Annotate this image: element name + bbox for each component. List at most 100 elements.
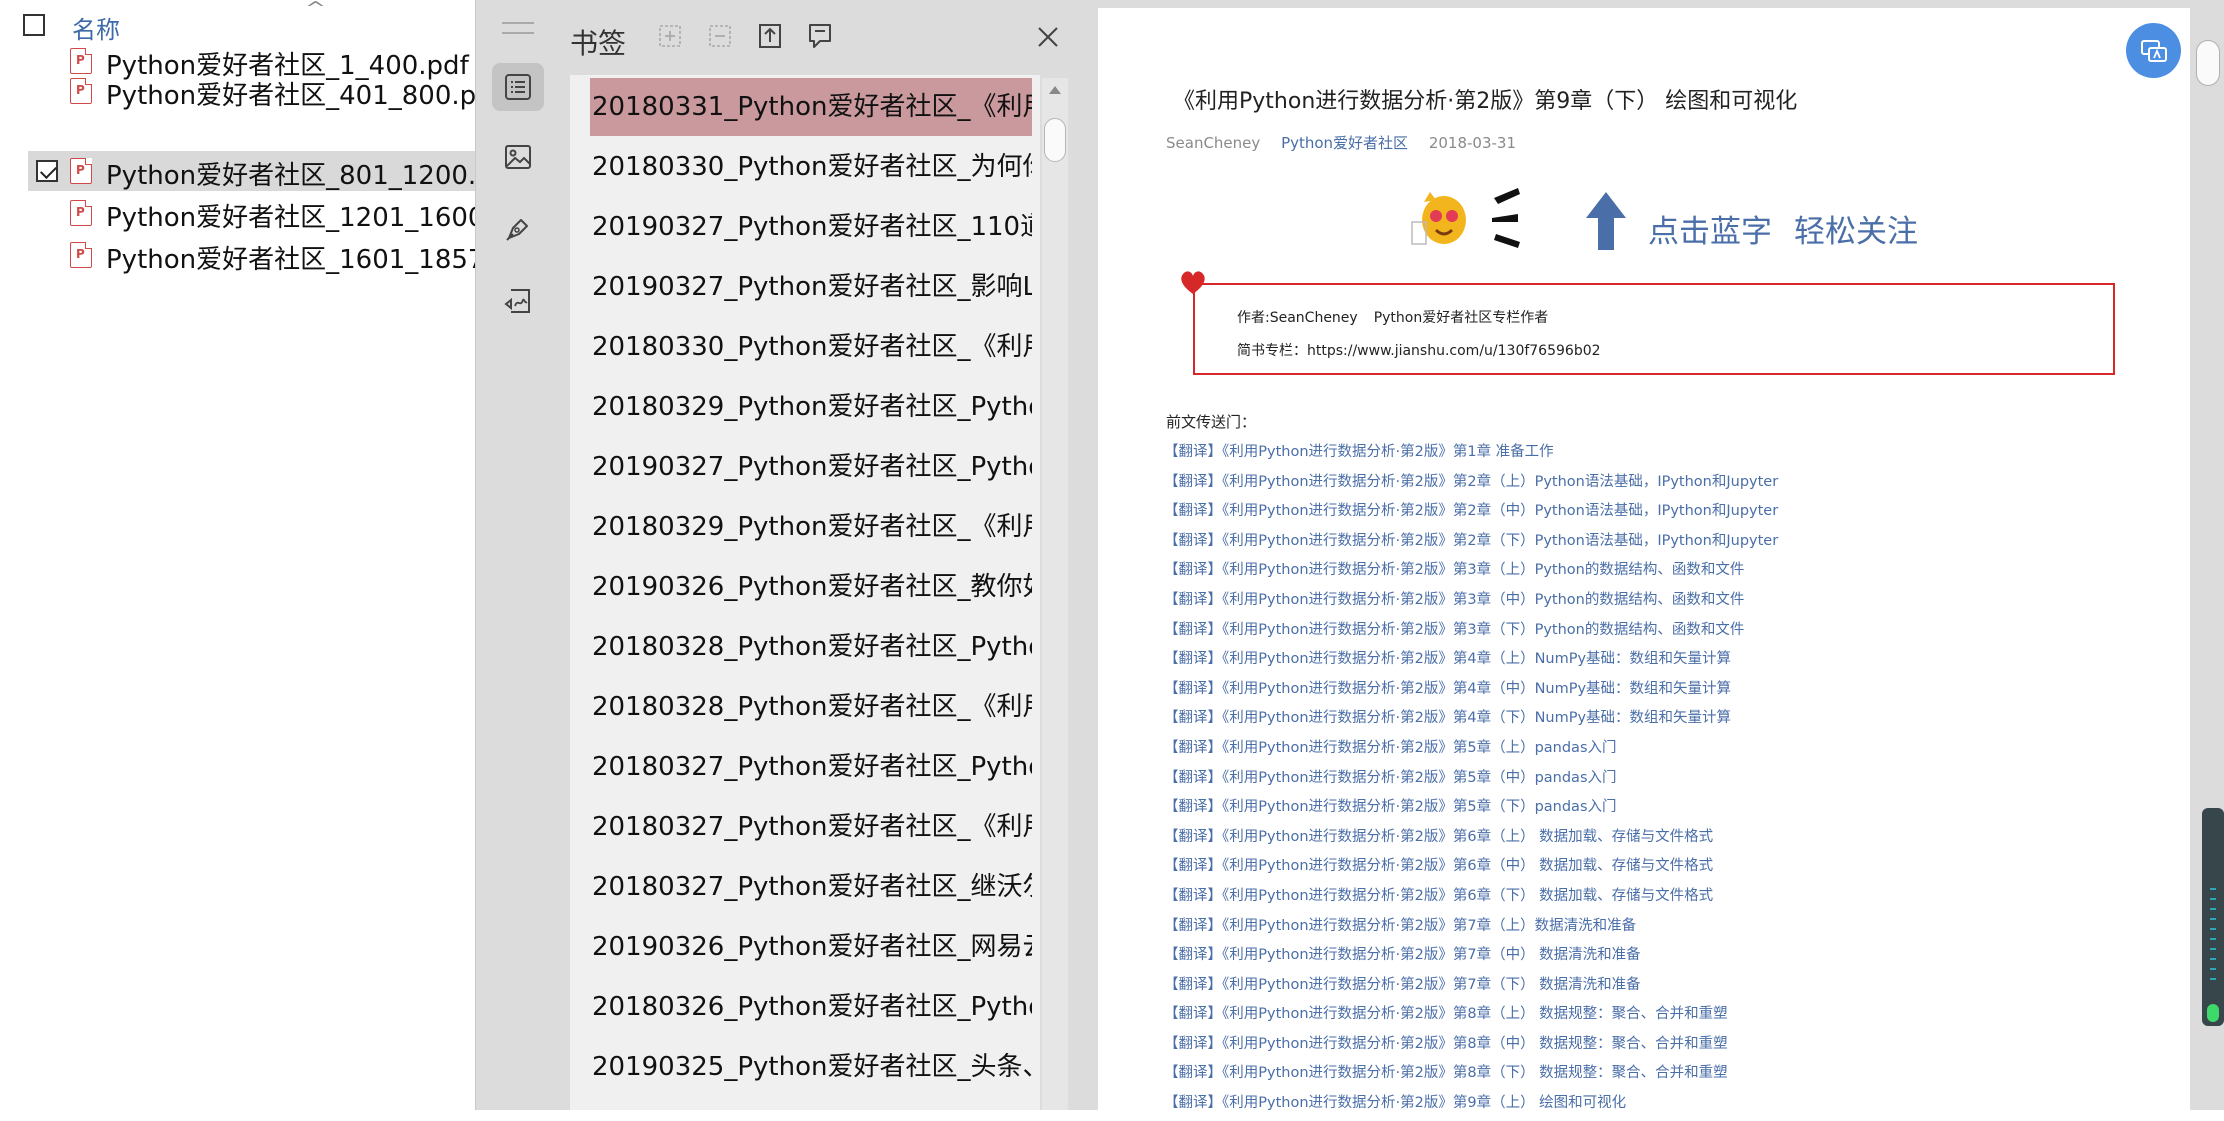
file-checkbox-checked[interactable] — [36, 160, 58, 182]
article-meta: SeanCheney Python爱好者社区 2018-03-31 — [1166, 132, 1516, 153]
bookmark-item-selected[interactable]: 20180331_Python爱好者社区_《利用P... — [590, 78, 1032, 136]
scroll-up-arrow-icon[interactable] — [1049, 86, 1061, 94]
author-role: Python爱好者社区专栏作者 — [1373, 310, 1549, 326]
bookmark-item[interactable]: 20180326_Python爱好者社区_Python... — [592, 978, 1032, 1036]
file-checkbox[interactable] — [36, 80, 58, 102]
volume-tick — [2210, 948, 2216, 950]
bookmark-item[interactable]: 20180328_Python爱好者社区_Python... — [592, 618, 1032, 676]
previous-articles-label: 前文传送门： — [1166, 413, 1257, 431]
sort-ascending-icon: ^ — [304, 0, 327, 19]
article-link[interactable]: 【翻译】《利用Python进行数据分析·第2版》第4章（中）NumPy基础：数组… — [1164, 677, 1778, 707]
article-link[interactable]: 【翻译】《利用Python进行数据分析·第2版》第5章（上）pandas入门 — [1164, 736, 1778, 766]
volume-tick — [2210, 978, 2216, 980]
article-link[interactable]: 【翻译】《利用Python进行数据分析·第2版》第8章（上） 数据规整：聚合、合… — [1164, 1002, 1778, 1032]
bookmark-list-icon — [505, 74, 531, 100]
document-page: 《利用Python进行数据分析·第2版》第9章（下） 绘图和可视化 SeanCh… — [1098, 8, 2190, 1111]
article-link[interactable]: 【翻译】《利用Python进行数据分析·第2版》第3章（中）Python的数据结… — [1164, 588, 1778, 618]
arrow-up-icon — [1586, 192, 1626, 250]
follow-text-click: 点击蓝字 — [1648, 214, 1772, 250]
bookmark-list-button[interactable] — [492, 63, 544, 111]
jianshu-column-link[interactable]: 简书专栏：https://www.jianshu.com/u/130f76596… — [1237, 340, 1601, 360]
bookmark-item[interactable]: 20180327_Python爱好者社区_《利用P... — [592, 798, 1032, 856]
volume-tick — [2210, 928, 2216, 930]
article-link[interactable]: 【翻译】《利用Python进行数据分析·第2版》第2章（上）Python语法基础… — [1164, 470, 1778, 500]
volume-level-widget[interactable] — [2202, 808, 2224, 1026]
expand-all-icon[interactable] — [656, 22, 684, 50]
file-checkbox[interactable] — [36, 50, 58, 72]
article-link[interactable]: 【翻译】《利用Python进行数据分析·第2版》第2章（中）Python语法基础… — [1164, 499, 1778, 529]
article-link[interactable]: 【翻译】《利用Python进行数据分析·第2版》第6章（中） 数据加载、存储与文… — [1164, 854, 1778, 884]
annotation-button[interactable] — [492, 205, 544, 253]
article-link[interactable]: 【翻译】《利用Python进行数据分析·第2版》第1章 准备工作 — [1164, 440, 1778, 470]
signature-button[interactable] — [492, 277, 544, 325]
bookmark-item[interactable]: 20180329_Python爱好者社区_《利用P... — [592, 498, 1032, 556]
article-author: SeanCheney — [1166, 134, 1261, 152]
bookmark-item[interactable]: 20190325_Python爱好者社区_头条、... — [592, 1038, 1032, 1096]
bookmark-item[interactable]: 20180330_Python爱好者社区_为何你... — [592, 138, 1032, 196]
name-column-header[interactable]: 名称 — [72, 10, 120, 45]
follow-banner: 点击蓝字 轻松关注 — [1408, 180, 1968, 260]
previous-articles-list: 【翻译】《利用Python进行数据分析·第2版》第1章 准备工作 【翻译】《利用… — [1164, 440, 1778, 1121]
document-scroll-thumb[interactable] — [2196, 40, 2220, 86]
file-checkbox[interactable] — [36, 202, 58, 224]
article-link[interactable]: 【翻译】《利用Python进行数据分析·第2版》第7章（中） 数据清洗和准备 — [1164, 943, 1778, 973]
bookmark-item[interactable]: 20180327_Python爱好者社区_Python... — [592, 738, 1032, 796]
volume-tick — [2210, 958, 2216, 960]
article-link[interactable]: 【翻译】《利用Python进行数据分析·第2版》第8章（中） 数据规整：聚合、合… — [1164, 1032, 1778, 1062]
bookmark-item[interactable]: 20180327_Python爱好者社区_继沃尔... — [592, 858, 1032, 916]
bookmark-item[interactable]: 20190327_Python爱好者社区_110道p... — [592, 198, 1032, 256]
pdf-file-icon — [70, 242, 92, 268]
article-link[interactable]: 【翻译】《利用Python进行数据分析·第2版》第8章（下） 数据规整：聚合、合… — [1164, 1061, 1778, 1091]
volume-tick — [2210, 908, 2216, 910]
bookmark-edit-icon[interactable] — [806, 22, 834, 50]
select-all-checkbox[interactable] — [23, 14, 45, 36]
bookmark-item[interactable]: 20190327_Python爱好者社区_影响Lin... — [592, 258, 1032, 316]
volume-tick — [2210, 938, 2216, 940]
viewer-side-toolbar — [475, 0, 571, 1110]
article-link[interactable]: 【翻译】《利用Python进行数据分析·第2版》第2章（下）Python语法基础… — [1164, 529, 1778, 559]
article-title: 《利用Python进行数据分析·第2版》第9章（下） 绘图和可视化 — [1173, 89, 1798, 114]
article-link[interactable]: 【翻译】《利用Python进行数据分析·第2版》第7章（上）数据清洗和准备 — [1164, 914, 1778, 944]
publication-name[interactable]: Python爱好者社区 — [1281, 134, 1408, 152]
file-row-selected[interactable]: Python爱好者社区_801_1200.pdf — [28, 151, 518, 191]
article-link[interactable]: 【翻译】《利用Python进行数据分析·第2版》第4章（下）NumPy基础：数组… — [1164, 706, 1778, 736]
file-row[interactable]: Python爱好者社区_1201_1600.pdf — [28, 193, 535, 233]
add-bookmark-icon[interactable] — [756, 22, 784, 50]
collapse-all-icon[interactable] — [706, 22, 734, 50]
image-thumbnail-button[interactable] — [492, 133, 544, 181]
file-checkbox[interactable] — [36, 244, 58, 266]
signature-icon — [504, 289, 530, 313]
article-link[interactable]: 【翻译】《利用Python进行数据分析·第2版》第6章（上） 数据加载、存储与文… — [1164, 825, 1778, 855]
article-link[interactable]: 【翻译】《利用Python进行数据分析·第2版》第5章（中）pandas入门 — [1164, 766, 1778, 796]
follow-text-follow: 轻松关注 — [1794, 214, 1918, 250]
article-link[interactable]: 【翻译】《利用Python进行数据分析·第2版》第4章（上）NumPy基础：数组… — [1164, 647, 1778, 677]
article-link[interactable]: 【翻译】《利用Python进行数据分析·第2版》第7章（下） 数据清洗和准备 — [1164, 973, 1778, 1003]
bookmark-item[interactable]: 20190326_Python爱好者社区_教你如... — [592, 558, 1032, 616]
close-icon[interactable] — [1036, 25, 1060, 49]
file-name: Python爱好者社区_801_1200.pdf — [106, 161, 519, 191]
attention-marks-icon — [1492, 188, 1520, 248]
file-row[interactable]: Python爱好者社区_401_800.pdf — [28, 71, 502, 111]
file-row[interactable]: Python爱好者社区_1601_1857.pdf — [28, 235, 535, 275]
bookmark-item[interactable]: 20180330_Python爱好者社区_《利用P... — [592, 318, 1032, 376]
article-link[interactable]: 【翻译】《利用Python进行数据分析·第2版》第3章（上）Python的数据结… — [1164, 558, 1778, 588]
bookmark-scroll-thumb[interactable] — [1044, 118, 1066, 162]
bookmark-panel-title: 书签 — [570, 27, 627, 60]
pdf-file-icon — [70, 78, 92, 104]
bookmark-item[interactable]: 20180328_Python爱好者社区_《利用P... — [592, 678, 1032, 736]
article-link[interactable]: 【翻译】《利用Python进行数据分析·第2版》第3章（下）Python的数据结… — [1164, 618, 1778, 648]
bookmark-item[interactable]: 20190327_Python爱好者社区_Python... — [592, 438, 1032, 496]
bookmark-list: 20180331_Python爱好者社区_《利用P... 20180330_Py… — [570, 75, 1040, 1110]
article-link[interactable]: 【翻译】《利用Python进行数据分析·第2版》第9章（上） 绘图和可视化 — [1164, 1091, 1778, 1121]
bookmark-scrollbar[interactable] — [1042, 78, 1068, 1110]
bookmark-item[interactable]: 20180329_Python爱好者社区_Python... — [592, 378, 1032, 436]
toolbar-grip-handle[interactable] — [502, 22, 534, 34]
image-icon — [505, 145, 531, 169]
article-link[interactable]: 【翻译】《利用Python进行数据分析·第2版》第5章（下）pandas入门 — [1164, 795, 1778, 825]
floating-translate-button[interactable] — [2126, 23, 2181, 78]
volume-tick — [2210, 918, 2216, 920]
author-intro: 作者:SeanCheney — [1237, 310, 1358, 326]
bookmark-item[interactable]: 20190326_Python爱好者社区_网易云... — [592, 918, 1032, 976]
file-name: Python爱好者社区_401_800.pdf — [106, 81, 502, 111]
article-link[interactable]: 【翻译】《利用Python进行数据分析·第2版》第6章（下） 数据加载、存储与文… — [1164, 884, 1778, 914]
